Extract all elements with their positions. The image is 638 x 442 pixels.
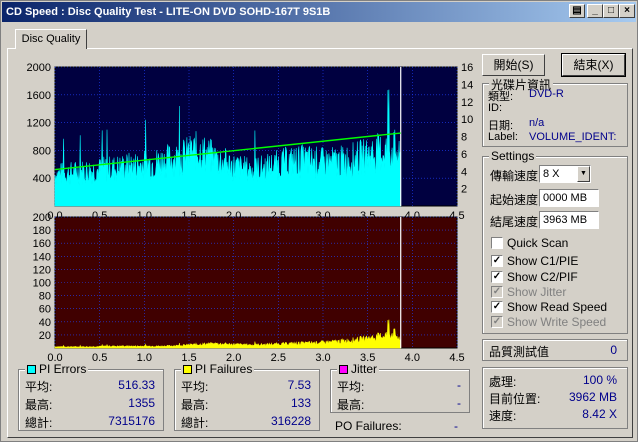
quality-score-box: 品質測試值 0 xyxy=(482,339,628,361)
y-tick-label: 60 xyxy=(39,304,51,316)
x-tick-label: 0.5 xyxy=(92,352,107,364)
current-speed: 8.42 X xyxy=(582,407,617,421)
show-read-checkbox[interactable]: ✓ xyxy=(491,301,503,313)
minimize-icon[interactable]: _ xyxy=(587,4,603,18)
y-tick-label: 2000 xyxy=(27,62,51,74)
y-tick-label: 140 xyxy=(33,251,51,263)
tab-panel: 0.0 0.5 1.0 1.5 2.0 2.5 3.0 3.5 4.0 4.5 2000 1600 12… xyxy=(7,48,633,438)
y2-tick-label: 8 xyxy=(461,132,467,144)
disc-date: n/a xyxy=(529,117,545,129)
start-input[interactable]: 0000 MB xyxy=(539,189,599,207)
x-tick-label: 1.0 xyxy=(137,352,152,364)
po-failures-label: PO Failures: xyxy=(335,419,402,433)
y2-tick-label: 14 xyxy=(461,79,473,91)
pie-swatch-icon xyxy=(27,365,36,375)
x-tick-label: 3.0 xyxy=(315,352,330,364)
y2-tick-label: 2 xyxy=(461,184,467,196)
y-tick-label: 1600 xyxy=(27,90,51,102)
maximize-icon[interactable]: □ xyxy=(603,4,619,18)
y2-tick-label: 10 xyxy=(461,114,473,126)
start-button[interactable]: 開始(S) xyxy=(482,54,545,76)
y-tick-label: 20 xyxy=(39,330,51,342)
show-c2-checkbox[interactable]: ✓ xyxy=(491,271,503,283)
y-tick-label: 40 xyxy=(39,317,51,329)
disc-info-group: 光碟片資訊 類型: DVD-R ID: 日期: n/a Label: VOLUM… xyxy=(482,76,628,147)
y2-tick-label: 4 xyxy=(461,166,467,178)
window: CD Speed : Disc Quality Test - LITE-ON D… xyxy=(0,0,638,442)
show-write-checkbox[interactable]: ✓ xyxy=(491,316,503,328)
x-tick-label: 4.5 xyxy=(449,352,464,364)
y-tick-label: 180 xyxy=(33,225,51,237)
window-title: CD Speed : Disc Quality Test - LITE-ON D… xyxy=(6,6,331,18)
y2-tick-label: 16 xyxy=(461,62,473,74)
show-c1-checkbox[interactable]: ✓ xyxy=(491,255,503,267)
jitter-group: Jitter 平均: - 最高: - xyxy=(330,362,470,413)
po-failures-value: - xyxy=(454,419,458,433)
y-tick-label: 100 xyxy=(33,278,51,290)
help-icon[interactable]: ▤ xyxy=(569,4,585,18)
y-tick-label: 400 xyxy=(33,173,51,185)
y-tick-label: 120 xyxy=(33,264,51,276)
y-tick-label: 800 xyxy=(33,145,51,157)
end-button[interactable]: 結束(X) xyxy=(561,53,626,77)
chevron-down-icon[interactable]: ▼ xyxy=(577,166,590,182)
settings-group: Settings 傳輸速度 8 X ▼ 起始速度 0000 MB 結尾速度 39… xyxy=(482,149,628,334)
quality-score: 0 xyxy=(610,343,617,357)
y2-tick-label: 12 xyxy=(461,97,473,109)
pi-failures-group: PI Failures 平均: 7.53 最高: 133 總計: 316228 xyxy=(174,362,320,431)
x-tick-label: 2.5 xyxy=(271,352,286,364)
y-tick-label: 200 xyxy=(33,212,51,224)
tab-disc-quality[interactable]: Disc Quality xyxy=(15,29,87,49)
y2-tick-label: 6 xyxy=(461,149,467,161)
quick-scan-checkbox[interactable] xyxy=(491,237,503,249)
y-tick-label: 80 xyxy=(39,291,51,303)
close-icon[interactable]: × xyxy=(619,4,635,18)
title-bar: CD Speed : Disc Quality Test - LITE-ON D… xyxy=(2,2,636,22)
disc-label: VOLUME_IDENT: xyxy=(529,131,617,143)
show-jitter-checkbox[interactable]: ✓ xyxy=(491,286,503,298)
progress-box: 處理: 100 % 目前位置: 3962 MB 速度: 8.42 X xyxy=(482,367,628,429)
progress-percent: 100 % xyxy=(582,373,617,387)
jitter-swatch-icon xyxy=(339,365,348,375)
y-tick-label: 160 xyxy=(33,238,51,250)
pif-swatch-icon xyxy=(183,365,192,375)
end-input[interactable]: 3963 MB xyxy=(539,211,599,229)
pi-errors-group: PI Errors 平均: 516.33 最高: 1355 總計: 731517… xyxy=(18,362,164,431)
y-tick-label: 1200 xyxy=(27,118,51,130)
disc-type: DVD-R xyxy=(529,88,564,100)
current-position: 3962 MB xyxy=(568,390,617,404)
x-tick-label: 4.0 xyxy=(405,352,420,364)
